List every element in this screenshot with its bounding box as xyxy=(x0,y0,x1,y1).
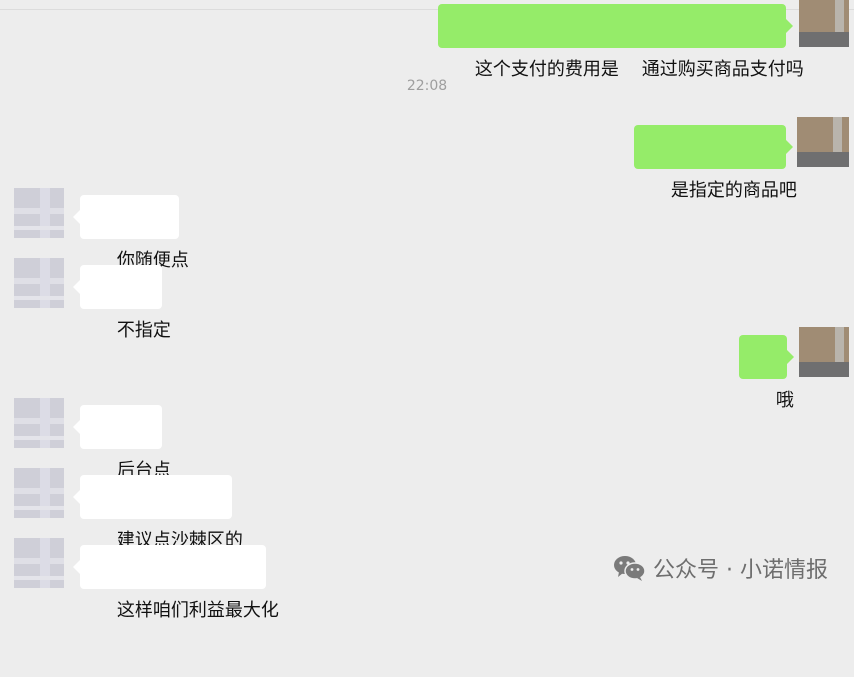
message-bubble[interactable]: 建议点沙棘区的 xyxy=(73,475,243,551)
avatar[interactable] xyxy=(799,0,849,47)
avatar[interactable] xyxy=(797,117,849,167)
message-text: 是指定的商品吧 xyxy=(670,180,797,201)
message-text: 哦 xyxy=(775,390,794,411)
avatar[interactable] xyxy=(14,258,64,308)
wechat-icon xyxy=(613,554,647,582)
watermark-text: 公众号 · 小诺情报 xyxy=(653,558,828,583)
message-bubble[interactable]: 是指定的商品吧 xyxy=(634,125,797,201)
message-bubble[interactable]: 你随便点 xyxy=(73,195,189,271)
message-bubble[interactable]: 这个支付的费用是 通过购买商品支付吗 xyxy=(438,4,804,80)
avatar[interactable] xyxy=(799,327,849,377)
message-bubble[interactable]: 哦 xyxy=(739,335,794,411)
message-bubble[interactable]: 后台点 xyxy=(73,405,171,481)
message-bubble[interactable]: 不指定 xyxy=(73,265,171,341)
message-text: 这样咱们利益最大化 xyxy=(116,600,279,621)
avatar[interactable] xyxy=(14,188,64,238)
watermark: 公众号 · 小诺情报 xyxy=(613,548,828,588)
message-text: 不指定 xyxy=(116,320,171,341)
message-text: 这个支付的费用是 通过购买商品支付吗 xyxy=(474,59,804,80)
avatar[interactable] xyxy=(14,398,64,448)
message-timestamp: 22:08 xyxy=(406,78,448,94)
avatar[interactable] xyxy=(14,468,64,518)
message-bubble[interactable]: 这样咱们利益最大化 xyxy=(73,545,279,621)
avatar[interactable] xyxy=(14,538,64,588)
